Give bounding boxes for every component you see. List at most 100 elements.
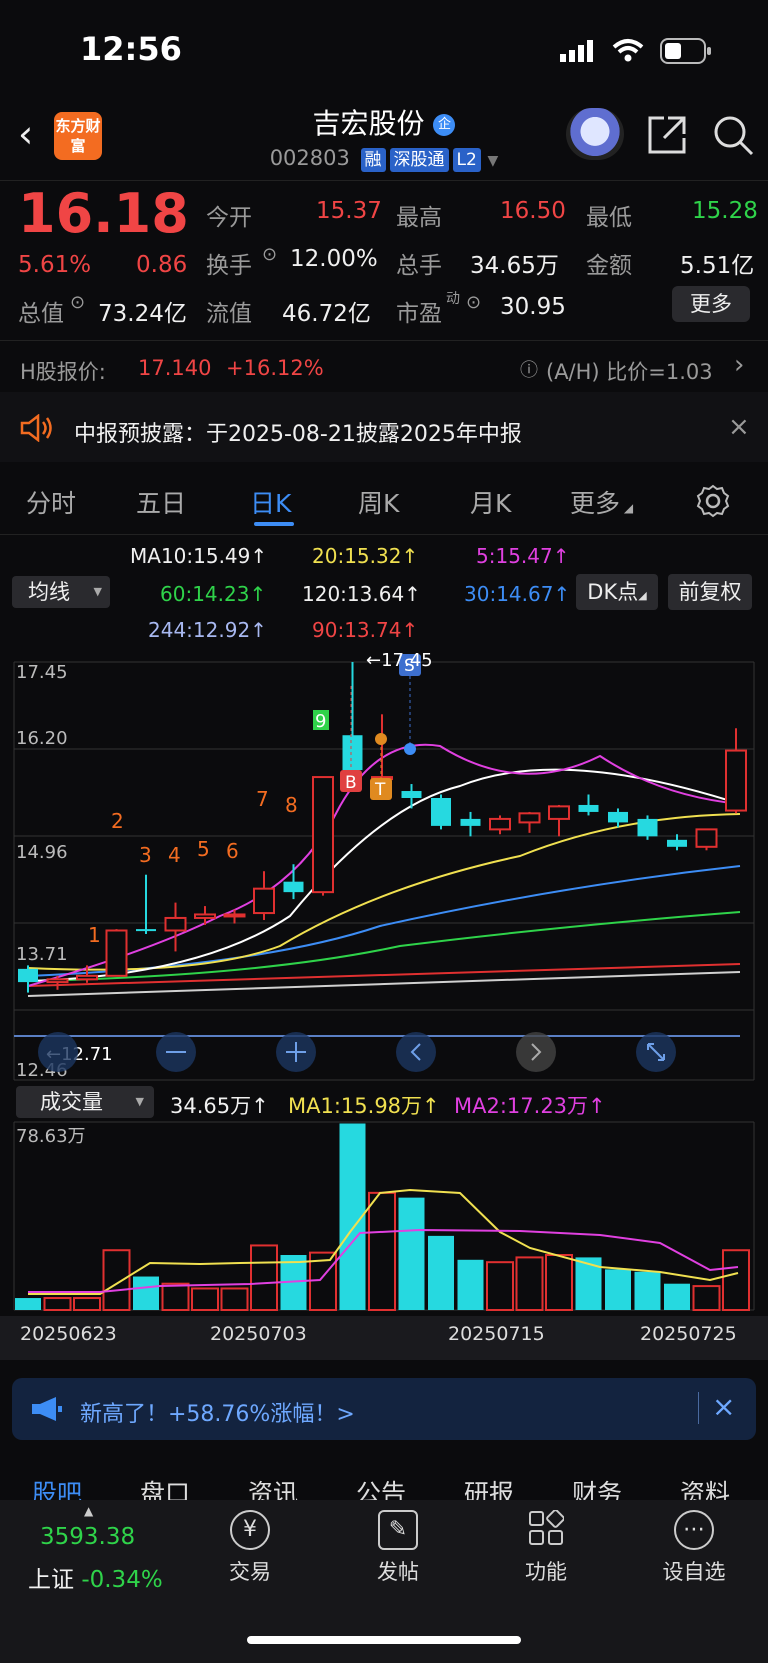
settings-icon[interactable] bbox=[696, 484, 730, 522]
edit-icon: ✎ bbox=[378, 1510, 418, 1550]
volume-bar bbox=[161, 1282, 190, 1311]
divider bbox=[0, 534, 768, 535]
y-axis-4: 13.71 bbox=[16, 944, 68, 965]
index-name: 上证 bbox=[28, 1567, 74, 1593]
tag-connect: 深股通 bbox=[389, 148, 449, 172]
search-icon[interactable] bbox=[712, 114, 756, 162]
h-share-label: H股报价: bbox=[20, 360, 106, 384]
tab-intraday[interactable]: 分时 bbox=[26, 484, 76, 520]
tab-weekly-k[interactable]: 周K bbox=[358, 484, 399, 520]
assistant-avatar[interactable] bbox=[566, 108, 624, 160]
volume-selector[interactable]: 成交量 ▼ bbox=[16, 1086, 154, 1118]
candle-body bbox=[342, 735, 363, 771]
volume-bar bbox=[486, 1261, 514, 1312]
ma244-label: 244:12.92↑ bbox=[148, 618, 267, 642]
h-share-change: +16.12% bbox=[226, 356, 324, 380]
dk-point-button[interactable]: DK点◢ bbox=[576, 574, 658, 610]
info-icon[interactable]: ⊙ bbox=[70, 292, 85, 313]
nav-post[interactable]: ✎ 发帖 bbox=[348, 1510, 448, 1586]
index-row[interactable]: 上证 -0.34% bbox=[28, 1560, 163, 1594]
candle-body bbox=[194, 913, 216, 919]
index-value[interactable]: 3593.38 bbox=[40, 1524, 135, 1550]
nav-functions[interactable]: 功能 bbox=[496, 1509, 596, 1586]
volume-chart[interactable]: 78.63万 20250623 20250703 20250715 202507… bbox=[0, 1120, 768, 1360]
candle-body bbox=[136, 929, 156, 932]
candle-body bbox=[460, 818, 481, 826]
volume-value: 34.65万↑ bbox=[170, 1094, 269, 1118]
tag-level2: L2 bbox=[452, 148, 481, 172]
ma120-label: 120:13.64↑ bbox=[302, 582, 421, 606]
signal-2: 2 bbox=[111, 809, 124, 833]
nav-trade[interactable]: ¥ 交易 bbox=[200, 1510, 300, 1586]
high-value: 16.50 bbox=[500, 198, 566, 224]
volume-bar bbox=[722, 1249, 750, 1312]
signal-3: 3 bbox=[139, 843, 152, 867]
float-label: 流值 bbox=[206, 301, 252, 327]
pe-label: 市盈 bbox=[396, 301, 442, 327]
volume-bar bbox=[398, 1197, 425, 1310]
candle-body bbox=[312, 776, 334, 894]
volume-bars bbox=[15, 1123, 750, 1312]
volume-bar bbox=[457, 1259, 484, 1310]
megaphone-icon bbox=[30, 1396, 64, 1426]
share-icon[interactable] bbox=[646, 114, 688, 160]
low-value: 15.28 bbox=[692, 198, 758, 224]
next-icon[interactable] bbox=[516, 1032, 556, 1072]
volume-bar bbox=[102, 1249, 131, 1312]
volume-bar bbox=[73, 1297, 101, 1311]
status-bar: 12:56 bbox=[0, 0, 768, 100]
float-value: 46.72亿 bbox=[282, 301, 371, 327]
candle-body bbox=[253, 887, 275, 915]
signal-6: 6 bbox=[226, 839, 239, 863]
nav-watchlist-label: 设自选 bbox=[662, 1560, 726, 1584]
tab-daily-k[interactable]: 日K bbox=[250, 484, 291, 520]
volume-bar bbox=[368, 1191, 396, 1311]
speaker-icon bbox=[20, 413, 54, 446]
volume-value: 34.65万 bbox=[470, 253, 559, 279]
tab-more[interactable]: 更多 ◢ bbox=[570, 484, 633, 520]
help-icon[interactable]: ⓘ bbox=[520, 356, 538, 382]
volume-bar bbox=[692, 1285, 721, 1311]
signal-4: 4 bbox=[168, 843, 181, 867]
tab-more-label: 更多 bbox=[570, 489, 621, 518]
candle-body bbox=[283, 881, 304, 893]
signal-icon bbox=[560, 40, 594, 66]
divider bbox=[698, 1392, 699, 1424]
ma10-label: MA10:15.49↑ bbox=[130, 544, 268, 568]
tab-five-day[interactable]: 五日 bbox=[136, 484, 186, 520]
home-indicator bbox=[247, 1636, 521, 1644]
date-label-3: 20250715 bbox=[448, 1323, 545, 1345]
ma-selector[interactable]: 均线 ▼ bbox=[12, 576, 110, 608]
ma-selector-label: 均线 bbox=[28, 580, 70, 604]
chevron-right-icon[interactable]: › bbox=[734, 350, 744, 380]
info-icon[interactable]: ⊙ bbox=[262, 244, 277, 265]
battery-icon bbox=[660, 38, 712, 68]
candle-body bbox=[164, 916, 187, 932]
nav-trade-label: 交易 bbox=[229, 1560, 271, 1584]
volume-bar bbox=[605, 1269, 631, 1310]
tab-monthly-k[interactable]: 月K bbox=[470, 484, 511, 520]
date-label-1: 20250623 bbox=[20, 1323, 117, 1345]
volume-ma1: MA1:15.98万↑ bbox=[288, 1094, 440, 1118]
close-icon[interactable]: × bbox=[728, 412, 750, 442]
close-icon[interactable]: × bbox=[712, 1390, 735, 1423]
volume-bar bbox=[634, 1271, 661, 1310]
candlestick-chart[interactable]: 1 2 3 4 5 6 7 8 9 B T S 17.45 16.20 14.9… bbox=[0, 646, 768, 1086]
candle-body bbox=[667, 839, 687, 847]
prev-icon[interactable] bbox=[396, 1032, 436, 1072]
high-marker: ←17.45 bbox=[366, 650, 433, 671]
change-pct: 5.61% bbox=[18, 252, 92, 278]
more-button[interactable]: 更多 bbox=[672, 286, 750, 322]
pe-superscript: 动 bbox=[446, 291, 460, 307]
adjust-button[interactable]: 前复权 bbox=[668, 574, 752, 610]
nav-post-label: 发帖 bbox=[377, 1560, 419, 1584]
candle-body bbox=[578, 804, 599, 812]
candle-body bbox=[695, 828, 718, 848]
banner-text: 新高了！+58.76%涨幅！> bbox=[80, 1402, 355, 1427]
nav-watchlist[interactable]: ⋯ 设自选 bbox=[644, 1510, 744, 1586]
scroll-left-icon[interactable] bbox=[38, 1032, 78, 1072]
volume-bar bbox=[133, 1276, 159, 1310]
candle-body bbox=[518, 812, 541, 824]
info-icon[interactable]: ⊙ bbox=[466, 292, 481, 313]
chart-controls[interactable] bbox=[38, 1032, 676, 1072]
